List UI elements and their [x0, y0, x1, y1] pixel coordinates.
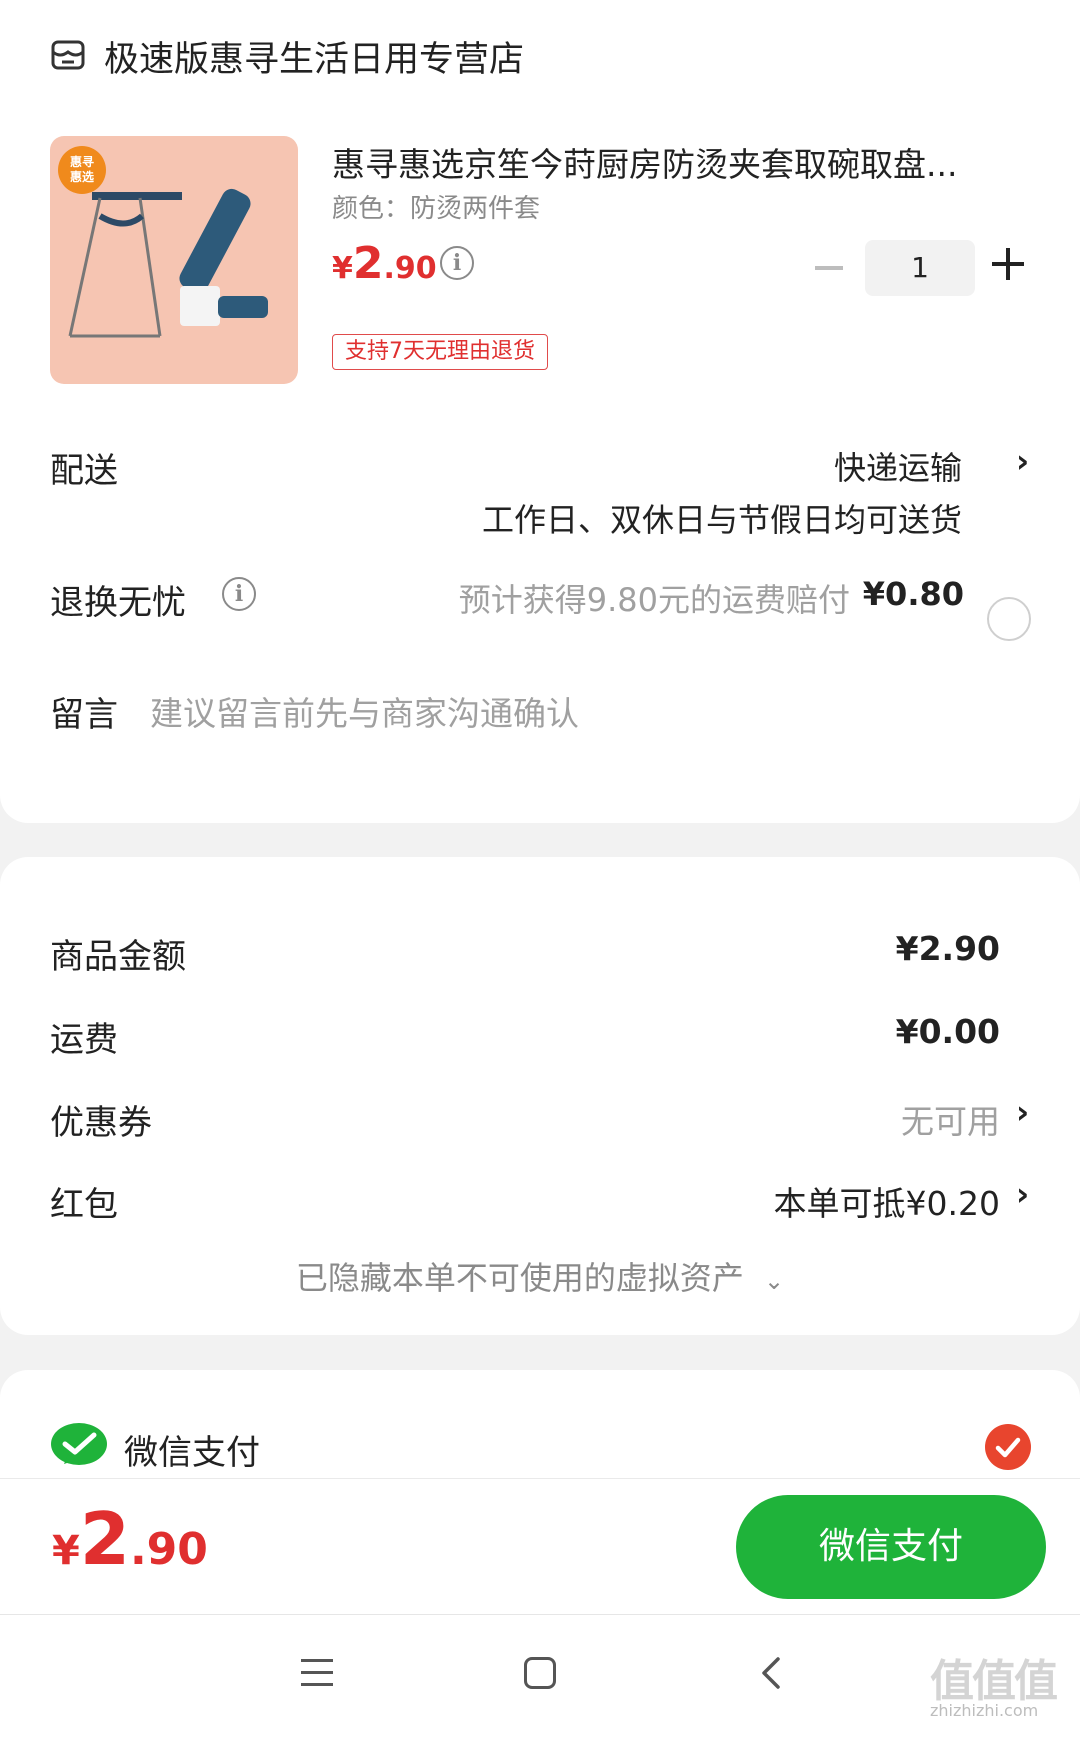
message-label: 留言	[50, 695, 118, 735]
shop-icon	[51, 40, 85, 70]
quantity-input[interactable]: 1	[865, 240, 975, 296]
payment-method-card: 微信支付	[0, 1370, 1080, 1480]
shipping-value: ¥0.00	[895, 1012, 1000, 1051]
wechat-pay-label[interactable]: 微信支付	[124, 1425, 260, 1474]
goods-amount-value: ¥2.90	[895, 929, 1000, 968]
home-icon[interactable]	[524, 1657, 556, 1689]
return-worry-price: ¥0.80	[862, 575, 964, 613]
chevron-down-icon: ⌄	[764, 1267, 785, 1295]
return-policy-tag: 支持7天无理由退货	[332, 334, 548, 370]
total-price: ¥ 2 .90	[52, 1497, 208, 1581]
product-price: ¥ 2 .90	[332, 238, 437, 289]
product-variant[interactable]: 颜色：防烫两件套	[332, 188, 540, 225]
increase-quantity-button[interactable]	[992, 248, 1024, 280]
coupon-label: 优惠券	[50, 1103, 152, 1143]
decrease-quantity-button[interactable]	[815, 266, 843, 270]
chevron-right-icon[interactable]: ›	[1016, 1093, 1029, 1131]
redpacket-label: 红包	[50, 1185, 118, 1225]
price-info-icon[interactable]: i	[440, 246, 474, 280]
watermark-logo: 值值值	[930, 1656, 1058, 1707]
return-worry-label: 退换无忧	[50, 583, 186, 623]
chevron-right-icon[interactable]: ›	[1016, 442, 1029, 480]
delivery-label: 配送	[50, 451, 118, 491]
shop-header[interactable]: 极速版惠寻生活日用专营店	[50, 34, 524, 80]
menu-icon[interactable]	[301, 1659, 333, 1687]
message-input[interactable]: 建议留言前先与商家沟通确认	[150, 687, 579, 735]
product-title[interactable]: 惠寻惠选京笙今莳厨房防烫夹套取碗取盘...	[332, 138, 1022, 186]
shop-name: 极速版惠寻生活日用专营店	[104, 39, 525, 80]
summary-card: 商品金额 ¥2.90 运费 ¥0.00 优惠券 无可用 › 红包 本单可抵¥0.…	[0, 857, 1080, 1335]
return-info-icon[interactable]: i	[222, 577, 256, 611]
product-image	[68, 188, 268, 338]
payment-selected-check-icon[interactable]	[985, 1424, 1031, 1470]
delivery-method[interactable]: 快递运输	[834, 443, 962, 489]
product-thumbnail[interactable]: 惠寻 惠选	[50, 136, 298, 384]
checkout-bar: ¥ 2 .90 微信支付	[0, 1478, 1080, 1614]
return-worry-desc: 预计获得9.80元的运费赔付	[458, 581, 850, 619]
order-card: 极速版惠寻生活日用专营店 惠寻 惠选 惠寻惠选京笙今莳厨房防烫夹套取碗取盘... …	[0, 0, 1080, 823]
return-worry-radio[interactable]	[987, 597, 1031, 641]
pay-button[interactable]: 微信支付	[736, 1495, 1046, 1599]
delivery-note: 工作日、双休日与节假日均可送货	[481, 501, 962, 539]
watermark-url: zhizhizhi.com	[930, 1701, 1039, 1720]
goods-amount-label: 商品金额	[50, 937, 186, 977]
coupon-value[interactable]: 无可用	[901, 1095, 1000, 1143]
shipping-label: 运费	[50, 1020, 118, 1060]
system-nav-bar: 值值值 zhizhizhi.com	[0, 1614, 1080, 1744]
back-icon[interactable]	[752, 1653, 792, 1693]
wechat-pay-icon	[51, 1423, 107, 1465]
chevron-right-icon[interactable]: ›	[1016, 1175, 1029, 1213]
hidden-assets-toggle[interactable]: 已隐藏本单不可使用的虚拟资产 ⌄	[0, 1253, 1080, 1299]
redpacket-value[interactable]: 本单可抵¥0.20	[774, 1177, 1000, 1225]
